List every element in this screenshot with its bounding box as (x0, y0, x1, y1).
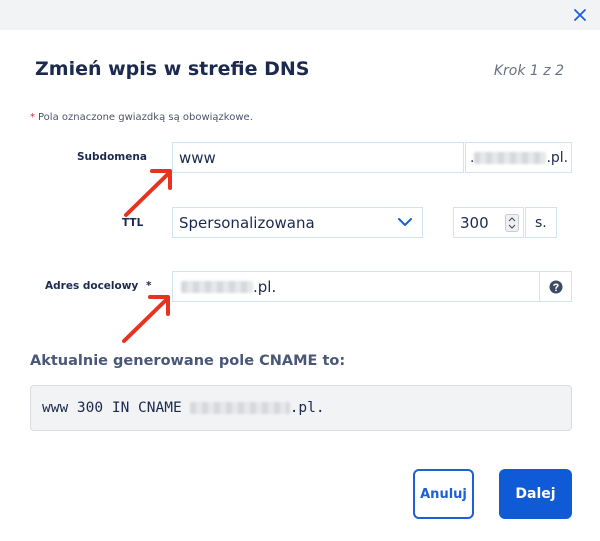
annotation-arrow-target (122, 295, 170, 343)
cname-record-prefix: www 300 IN CNAME (42, 400, 182, 416)
target-address-label: Adres docelowy * (45, 280, 151, 292)
required-fields-note: * Pola oznaczone gwiazdką są obowiązkowe. (30, 112, 253, 123)
ttl-selected-value: Spersonalizowana (179, 213, 315, 232)
ttl-number-value: 300 (460, 213, 489, 232)
cname-record-preview: www 300 IN CNAME .pl. (30, 385, 572, 431)
next-button[interactable]: Dalej (499, 469, 572, 519)
required-note-text: Pola oznaczone gwiazdką są obowiązkowe. (38, 112, 253, 123)
ttl-unit-addon: s. (525, 207, 557, 238)
close-icon (574, 9, 586, 21)
cname-record-suffix: .pl. (289, 400, 325, 416)
ttl-number-input[interactable]: 300 (453, 207, 524, 238)
help-button[interactable] (539, 271, 572, 302)
target-address-label-text: Adres docelowy (45, 280, 139, 292)
dialog-topbar (0, 0, 600, 30)
target-address-input[interactable]: .pl. (172, 271, 540, 302)
ttl-select[interactable]: Spersonalizowana (172, 207, 423, 238)
required-star: * (30, 112, 35, 123)
target-required-star: * (145, 280, 152, 292)
dialog-title: Zmień wpis w strefie DNS (35, 58, 310, 80)
subdomain-value: www (179, 148, 216, 167)
spinner-arrows-icon[interactable] (505, 213, 519, 232)
subdomain-label: Subdomena (77, 151, 147, 163)
annotation-arrow-subdomain (124, 169, 172, 217)
cancel-button[interactable]: Anuluj (413, 469, 474, 519)
subdomain-input[interactable]: www (172, 142, 464, 173)
close-button[interactable] (568, 3, 592, 27)
target-address-tld: .pl. (253, 277, 277, 296)
subdomain-domain-suffix: . .pl. (465, 142, 572, 173)
cname-heading: Aktualnie generowane pole CNAME to: (30, 353, 346, 369)
ttl-label: TTL (122, 217, 144, 229)
redacted-cname-domain (189, 402, 290, 414)
ttl-unit: s. (535, 214, 547, 231)
subdomain-suffix-tld: .pl. (546, 149, 569, 166)
redacted-domain (474, 151, 547, 164)
redacted-target-domain (181, 280, 253, 293)
question-circle-icon (549, 280, 562, 293)
chevron-down-icon (398, 218, 412, 226)
step-indicator: Krok 1 z 2 (493, 63, 564, 79)
